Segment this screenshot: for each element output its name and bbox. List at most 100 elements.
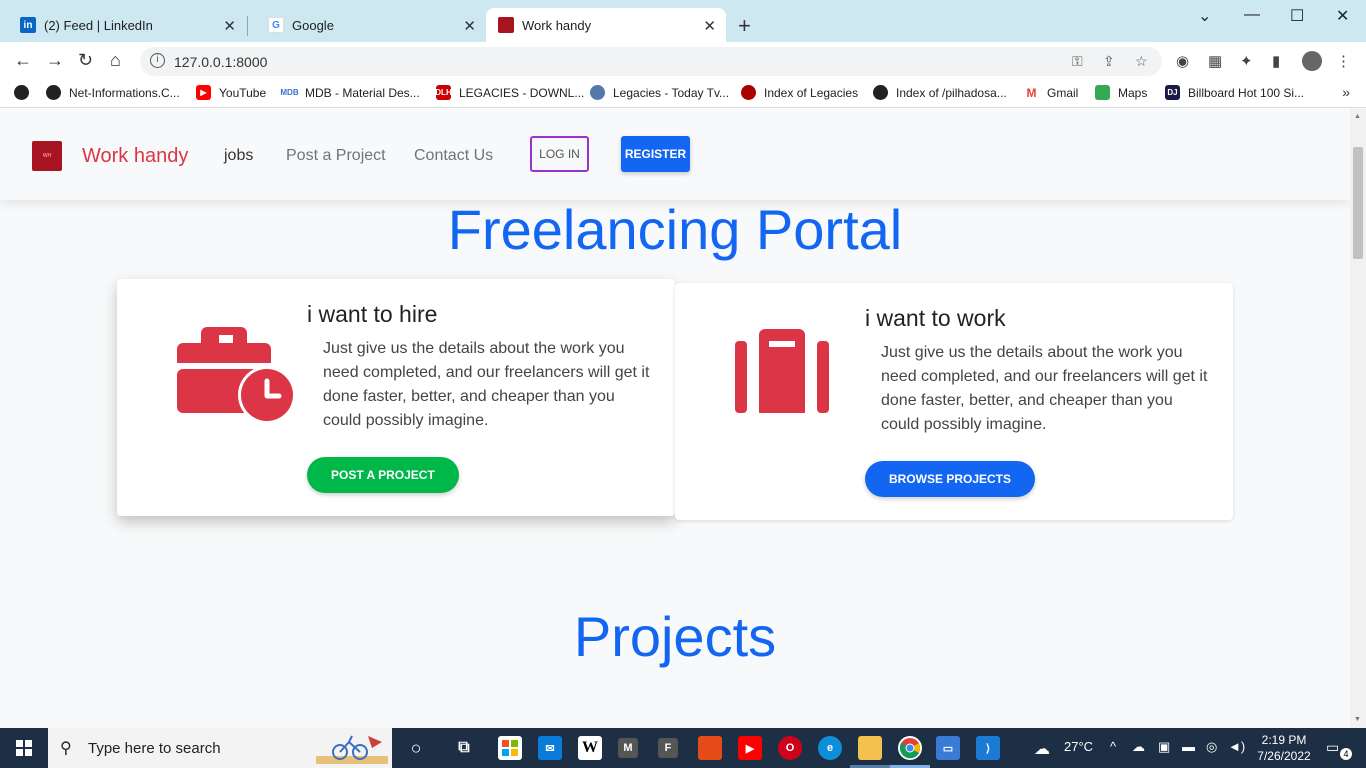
tab-title: Work handy [522,17,592,33]
back-icon[interactable]: ← [14,50,32,71]
site-logo[interactable]: WH [32,141,62,171]
close-icon[interactable]: ✕ [463,17,476,35]
onedrive-icon[interactable]: ☁ [1132,739,1145,755]
billboard-icon: DJ [1165,85,1180,100]
close-icon[interactable]: ✕ [703,17,716,35]
store-icon[interactable] [498,736,522,760]
temperature[interactable]: 27°C [1064,739,1093,754]
search-placeholder[interactable]: Type here to search [88,740,221,757]
task-view-icon[interactable]: ⧉ [452,736,476,760]
tab-linkedin[interactable]: in (2) Feed | LinkedIn ✕ [0,8,246,42]
nav-post-project[interactable]: Post a Project [286,147,386,165]
apps-icon[interactable] [14,85,29,100]
extensions-puzzle-icon[interactable]: ✦ [1240,52,1253,70]
reload-icon[interactable]: ↻ [78,50,93,71]
remote-desktop-icon[interactable]: ▭ [936,736,960,760]
opera-icon[interactable]: O [778,736,802,760]
cortana-icon[interactable]: ○ [404,736,428,760]
brand-name[interactable]: Work handy [82,145,188,168]
new-tab-icon[interactable]: + [738,13,751,39]
login-button[interactable]: LOG IN [530,136,589,172]
youtube-app-icon[interactable]: ▶ [738,736,762,760]
forward-icon[interactable]: → [46,50,64,71]
profile-avatar[interactable] [1302,51,1322,71]
app-m-icon[interactable]: M [618,738,638,758]
clock-time: 2:19 PM [1261,733,1307,747]
office-icon[interactable] [698,736,722,760]
extension-zip-icon[interactable]: ▦ [1208,52,1222,70]
register-button[interactable]: REGISTER [621,136,690,172]
wikipedia-icon[interactable]: W [578,736,602,760]
linkedin-icon: in [20,17,36,33]
bookmark-item[interactable]: Maps [1095,85,1147,100]
card-text: Just give us the details about the work … [881,344,1208,433]
scroll-up-icon[interactable]: ▲ [1354,113,1361,120]
menu-icon[interactable]: ⋮ [1336,52,1351,70]
vscode-icon[interactable]: ⟩ [976,736,1000,760]
globe-icon [873,85,888,100]
notifications-icon[interactable]: ▭ [1326,739,1339,756]
volume-icon[interactable]: ◄) [1228,739,1245,754]
tab-title: (2) Feed | LinkedIn [44,17,153,33]
tab-work-handy[interactable]: Work handy ✕ [486,8,726,42]
network-icon[interactable]: ◎ [1206,739,1217,755]
tab-google[interactable]: G Google ✕ [248,8,486,42]
tab-search-icon[interactable]: ⌄ [1198,6,1211,26]
address-url[interactable]: 127.0.0.1:8000 [174,54,267,70]
weather-icon[interactable]: ☁ [1034,739,1050,759]
search-icon: ⚲ [60,740,72,757]
mail-icon[interactable]: ✉ [538,736,562,760]
tray-chevron-icon[interactable]: ^ [1110,739,1116,754]
windows-start-icon[interactable] [16,740,32,756]
windows-taskbar: ⚲ Type here to search ○ ⧉ ✉ W M F ▶ O e … [0,728,1366,768]
bookmark-label: Gmail [1047,85,1079,100]
address-bar[interactable]: i 127.0.0.1:8000 ⚿ ⇪ ☆ [140,47,1162,76]
card-title: i want to hire [307,301,438,327]
close-window-icon[interactable]: ✕ [1336,6,1349,26]
clock[interactable]: 2:19 PM 7/26/2022 [1250,732,1318,764]
taskbar-search[interactable]: ⚲ Type here to search [48,728,392,768]
bookmark-item[interactable]: Legacies - Today Tv... [590,85,729,100]
post-project-button[interactable]: POST A PROJECT [307,457,459,493]
bookmark-item[interactable]: Net-Informations.C... [46,85,180,100]
dlh-icon: DLH [435,85,452,100]
close-icon[interactable]: ✕ [223,17,236,35]
nav-contact-us[interactable]: Contact Us [414,147,493,165]
page-scrollbar[interactable]: ▲ ▼ [1350,109,1366,728]
site-info-icon[interactable]: i [150,53,165,68]
key-icon[interactable]: ⚿ [1072,53,1083,70]
star-icon[interactable]: ☆ [1135,53,1148,70]
battery-icon[interactable]: ▬ [1182,739,1195,754]
browse-projects-button[interactable]: BROWSE PROJECTS [865,461,1036,497]
chrome-icon[interactable] [898,736,922,760]
home-icon[interactable]: ⌂ [110,50,121,71]
bookmark-item[interactable]: DLH LEGACIES - DOWNL... [435,85,584,100]
globe-icon [46,85,61,100]
edge-icon[interactable]: e [818,736,842,760]
extension-globe-icon[interactable]: ◉ [1176,52,1189,70]
share-icon[interactable]: ⇪ [1103,53,1115,70]
bookmark-item[interactable]: Index of /pilhadosa... [873,85,1007,100]
bookmark-label: MDB - Material Des... [305,85,420,100]
bookmark-item[interactable]: DJ Billboard Hot 100 Si... [1165,85,1304,100]
google-icon: G [268,17,284,33]
nav-jobs[interactable]: jobs [224,147,253,165]
legacies-icon [741,85,756,100]
bookmark-label: Billboard Hot 100 Si... [1188,85,1305,100]
scrollbar-thumb[interactable] [1353,147,1363,259]
bookmark-item[interactable]: MDB MDB - Material Des... [280,85,420,100]
site-icon [498,17,514,33]
bookmark-item[interactable]: M Gmail [1024,85,1078,100]
scroll-down-icon[interactable]: ▼ [1354,716,1361,723]
minimize-icon[interactable]: — [1244,6,1260,24]
file-explorer-icon[interactable] [858,736,882,760]
bookmark-item[interactable]: ▶ YouTube [196,85,266,100]
tab-title: Google [292,17,334,33]
more-bookmarks-icon[interactable]: » [1342,84,1350,100]
app-f-icon[interactable]: F [658,738,678,758]
side-panel-icon[interactable]: ▮ [1272,52,1280,70]
projects-title: Projects [573,605,777,668]
maximize-icon[interactable]: ☐ [1290,6,1304,26]
bookmark-item[interactable]: Index of Legacies [741,85,858,100]
meet-now-icon[interactable]: ▣ [1158,739,1170,755]
